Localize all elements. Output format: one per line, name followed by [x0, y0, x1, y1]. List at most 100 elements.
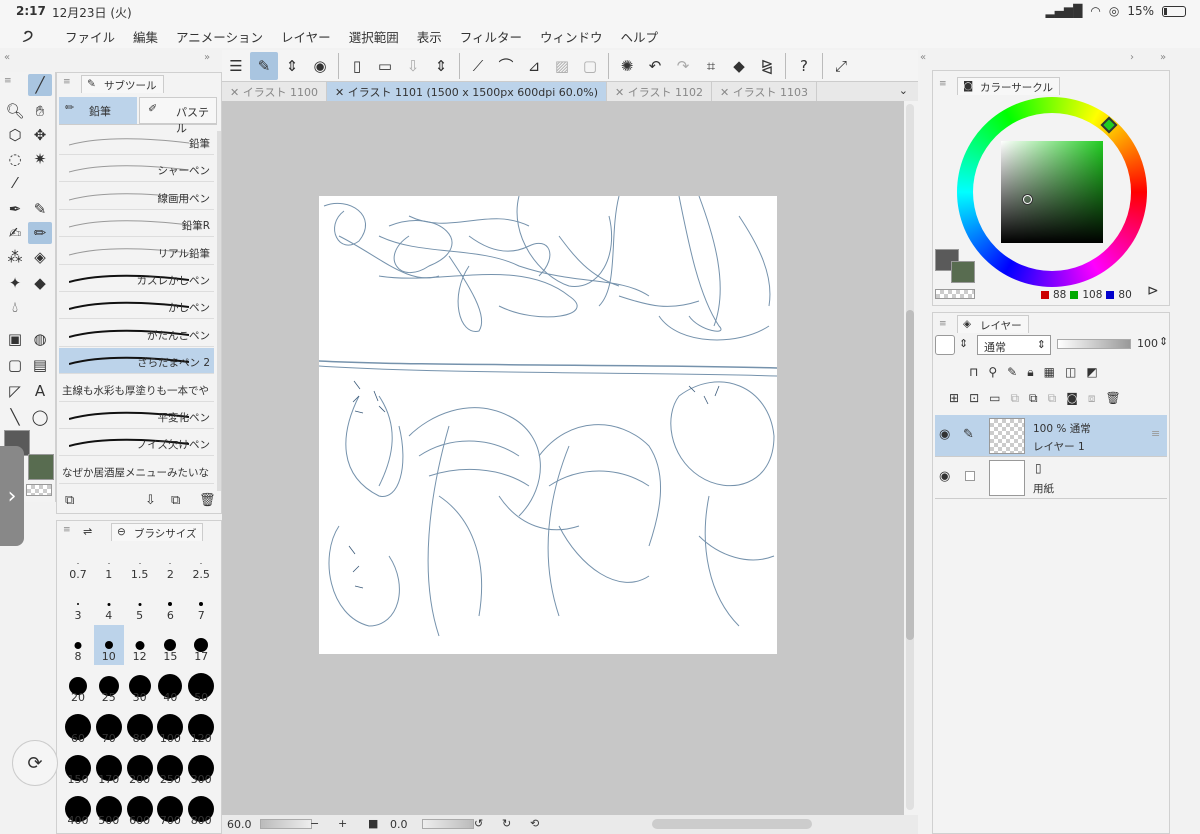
gradient-tool-icon[interactable]: ▣ [3, 328, 27, 350]
saturation-value-square[interactable] [1001, 141, 1103, 243]
panel-menu-icon[interactable]: ≡ [4, 76, 12, 86]
tab-1103[interactable]: ✕ イラスト 1103 [712, 82, 818, 101]
subtool-item[interactable]: 平変化ペン [59, 403, 214, 429]
layer-property-icon[interactable] [935, 335, 955, 355]
delete-icon[interactable]: 🗑︎ [199, 493, 216, 508]
brush-size-cell[interactable]: 100 [155, 707, 185, 747]
subtool-item[interactable]: 鉛筆 [59, 129, 214, 155]
pen-tool-active-icon[interactable]: ╱ [28, 74, 52, 96]
blend-tool-icon[interactable]: 💧︎ [3, 296, 27, 318]
mask-icon[interactable]: ◫ [1065, 365, 1076, 380]
vertical-scrollbar[interactable] [906, 104, 914, 810]
tab-dropdown-icon[interactable]: ⌄ [889, 82, 918, 101]
expand-icon[interactable]: » [204, 52, 210, 63]
lock-checkbox[interactable] [965, 471, 975, 481]
brush-size-cell[interactable]: 300 [186, 748, 216, 788]
rotation-value[interactable]: 0.0 [390, 818, 408, 831]
help-icon[interactable]: ? [790, 52, 818, 80]
new-vector-layer-icon[interactable]: ⊡ [969, 391, 979, 406]
move-tool-icon[interactable]: ✥ [28, 124, 52, 146]
zoom-in-button[interactable]: + [338, 817, 347, 830]
merge-down-icon[interactable]: ⧉ [1048, 391, 1057, 406]
brush-size-cell[interactable]: 600 [125, 789, 155, 829]
brush-size-cell[interactable]: 6 [155, 584, 185, 624]
brush-size-cell[interactable]: 17 [186, 625, 216, 665]
subtool-item[interactable]: なぜか居酒屋メニューみたいな [59, 458, 214, 484]
subtool-item[interactable]: 主線も水彩も厚塗りも一本でや [59, 376, 214, 402]
brush-size-cell[interactable]: 250 [155, 748, 185, 788]
brush-size-cell[interactable]: 50 [186, 666, 216, 706]
import-icon[interactable]: ⇩ [145, 493, 156, 508]
brush-size-cell[interactable]: 4 [94, 584, 124, 624]
tab-1100[interactable]: ✕ イラスト 1100 [222, 82, 327, 101]
subtool-item[interactable]: シャーペン [59, 156, 214, 183]
lasso-tool-icon[interactable]: ◌ [3, 148, 27, 170]
panel-menu-icon[interactable]: ≡ [939, 79, 947, 89]
subtool-item[interactable]: 鉛筆R [59, 211, 214, 238]
zoom-out-button[interactable]: − [310, 817, 319, 830]
transform-icon[interactable]: ⌗ [697, 52, 725, 80]
updown-icon[interactable]: ⇕ [959, 337, 968, 350]
companion-icon[interactable]: ◉ [306, 52, 334, 80]
rotation-slider[interactable] [422, 819, 474, 829]
brush-size-cell[interactable]: 150 [63, 748, 93, 788]
app-logo-icon[interactable]: ੭ [0, 26, 56, 46]
ruler-tool-icon[interactable]: ◸ [3, 380, 27, 402]
lock-alpha-icon[interactable]: ▦ [1044, 365, 1055, 380]
duplicate-icon[interactable]: ⧉ [171, 493, 180, 508]
blend-mode-select[interactable]: 通常 ⇕ [977, 335, 1051, 355]
opacity-value[interactable]: 100 [1137, 337, 1158, 350]
opacity-slider[interactable] [1057, 339, 1131, 349]
expand-right-icon[interactable]: › [1130, 52, 1134, 63]
fit-icon[interactable]: ■ [368, 817, 378, 830]
brush-size-cell[interactable]: 170 [94, 748, 124, 788]
reset-rotation-icon[interactable]: ⟲ [530, 817, 539, 830]
apply-mask-icon[interactable]: ⧈ [1088, 391, 1096, 406]
brush-tool-icon[interactable]: ✍ [3, 222, 27, 244]
new-file-icon[interactable]: ▯ [343, 52, 371, 80]
delete-layer-icon[interactable]: 🗑︎ [1106, 391, 1121, 406]
transparent-color-swatch[interactable] [26, 484, 52, 496]
subtool-tab[interactable]: ✎ サブツール [81, 75, 164, 93]
brush-size-tab[interactable]: ⊖ ブラシサイズ [111, 523, 204, 541]
sidebar-toggle-handle[interactable]: › [0, 446, 24, 546]
marker-tool-icon[interactable]: ✎ [28, 198, 52, 220]
scrollbar-thumb[interactable] [906, 310, 914, 640]
brush-size-cell[interactable]: 60 [63, 707, 93, 747]
panel-menu-icon[interactable]: ≡ [63, 525, 71, 535]
collapse-right-icon[interactable]: « [920, 52, 926, 63]
panel-menu-icon[interactable]: ≡ [63, 77, 71, 87]
subtool-scrollbar[interactable] [217, 131, 221, 491]
group-tab-pencil[interactable]: ✏ 鉛筆 [59, 97, 137, 124]
open-folder-icon[interactable]: ▭ [371, 52, 399, 80]
loading-icon[interactable]: ✺ [613, 52, 641, 80]
collapse-left-icon[interactable]: « [4, 52, 10, 63]
brush-size-cell[interactable]: 30 [125, 666, 155, 706]
edit-pen-icon[interactable]: ✎ [963, 427, 974, 442]
brush-size-cell[interactable]: 700 [155, 789, 185, 829]
hand-tool-icon[interactable]: ✋︎ [28, 100, 52, 122]
brush-size-cell[interactable]: 12 [125, 625, 155, 665]
updown-icon[interactable]: ⇕ [278, 52, 306, 80]
brush-size-cell[interactable]: 0.7 [63, 543, 93, 583]
new-folder-icon[interactable]: ▭ [989, 391, 1000, 406]
copy-layer-icon[interactable]: ⧉ [1010, 391, 1019, 406]
text-tool-icon[interactable]: A [28, 380, 52, 402]
subtool-item[interactable]: カスレかしペン [59, 266, 214, 292]
select-frame-icon[interactable]: ▢ [576, 52, 604, 80]
drag-handle-icon[interactable]: ≡ [1151, 427, 1160, 440]
color-circle-tab[interactable]: ◙ カラーサークル [957, 77, 1060, 95]
brush-size-cell[interactable]: 800 [186, 789, 216, 829]
ruler-icon[interactable]: ⟋ [464, 52, 492, 80]
rotate-right-icon[interactable]: ↻ [502, 817, 511, 830]
updown2-icon[interactable]: ⇕ [427, 52, 455, 80]
brush-size-cell[interactable]: 7 [186, 584, 216, 624]
merge-icon[interactable]: ⧉ [1029, 391, 1038, 406]
brush-size-cell[interactable]: 80 [125, 707, 155, 747]
brush-size-cell[interactable]: 400 [63, 789, 93, 829]
select-off-icon[interactable]: ▨ [548, 52, 576, 80]
brush-size-cell[interactable]: 8 [63, 625, 93, 665]
brush-size-cell[interactable]: 40 [155, 666, 185, 706]
brush-size-cell[interactable]: 15 [155, 625, 185, 665]
opacity-stepper[interactable]: ⇕ [1159, 335, 1168, 348]
